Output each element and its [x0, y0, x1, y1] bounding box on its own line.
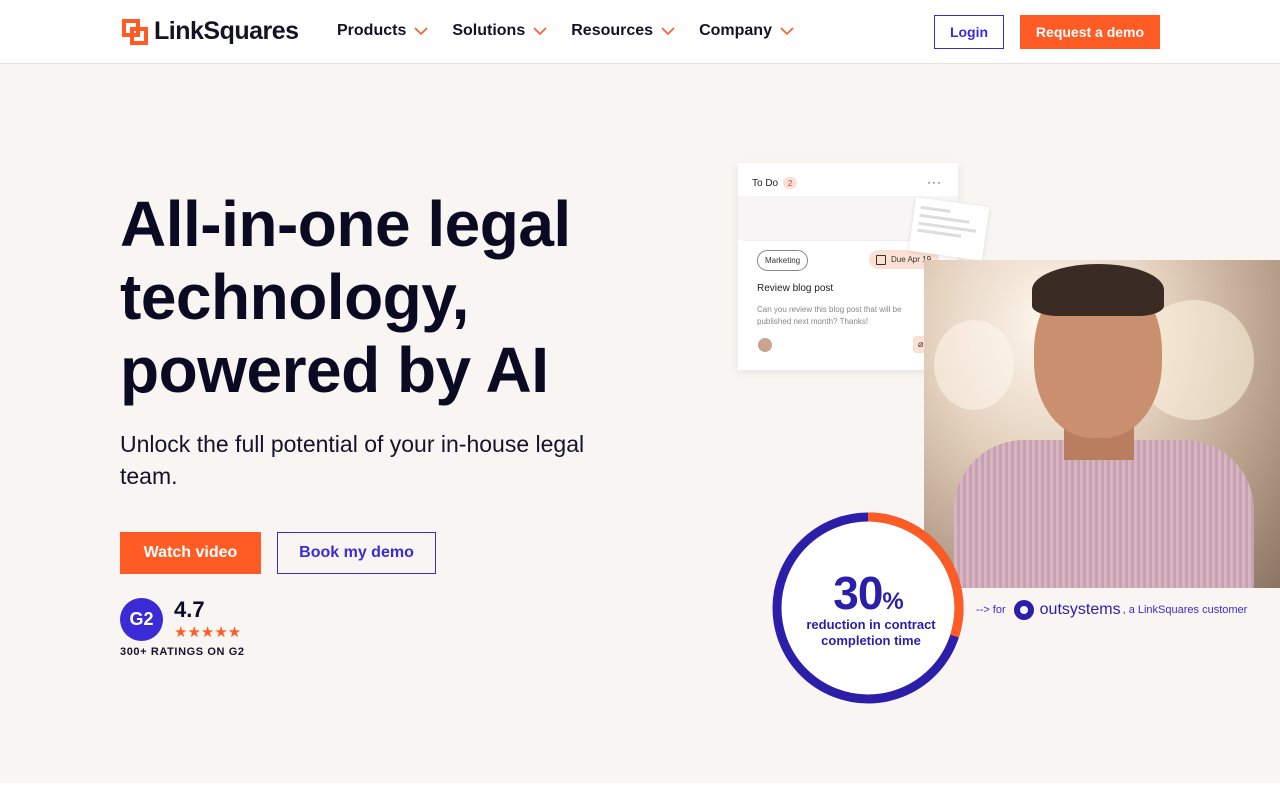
g2-ratings-count: 300+ RATINGS ON G2 — [120, 646, 245, 658]
chevron-down-icon — [661, 26, 675, 35]
dragged-task-card — [908, 197, 990, 261]
hero-subtitle: Unlock the full potential of your in-hou… — [120, 431, 585, 489]
logo-text: LinkSquares — [154, 17, 299, 45]
chevron-down-icon — [533, 26, 547, 35]
login-button[interactable]: Login — [934, 15, 1004, 49]
linksquares-logo[interactable]: LinkSquares — [122, 17, 299, 46]
stat-description: reduction in contract completion time — [806, 617, 936, 648]
customer-photo — [924, 260, 1280, 588]
customer-prefix: --> for — [976, 604, 1006, 616]
g2-badge-text: G2 — [129, 609, 154, 629]
customer-attribution: --> for outsystems , a LinkSquares custo… — [976, 600, 1247, 620]
customer-suffix: , a LinkSquares customer — [1122, 604, 1248, 616]
more-options-icon[interactable]: ··· — [927, 175, 942, 189]
todo-header: To Do 2 — [752, 177, 798, 189]
watch-video-button[interactable]: Watch video — [120, 532, 261, 574]
stat-number: 30 — [833, 567, 883, 619]
g2-score: 4.7 — [174, 597, 205, 622]
main-nav: Products Solutions Resources Company — [337, 22, 818, 40]
hero-title: All-in-one legal technology, powered by … — [120, 188, 571, 406]
task-tag: Marketing — [757, 250, 809, 271]
logo-squares-icon — [122, 18, 148, 45]
chevron-down-icon — [780, 26, 794, 35]
star-rating-icon: ★★★★★ — [174, 624, 242, 641]
nav-products-label: Products — [337, 22, 407, 39]
nav-company[interactable]: Company — [699, 22, 794, 40]
g2-logo-icon[interactable]: G2 — [120, 598, 163, 641]
chevron-down-icon — [414, 26, 428, 35]
nav-solutions[interactable]: Solutions — [452, 22, 547, 40]
stat-unit: % — [882, 588, 903, 615]
calendar-icon — [876, 255, 886, 265]
site-header: LinkSquares Products Solutions Resources… — [0, 0, 1280, 64]
request-demo-button[interactable]: Request a demo — [1020, 15, 1160, 49]
outsystems-logo-icon — [1013, 600, 1034, 620]
todo-count-badge: 2 — [783, 177, 798, 189]
section-divider — [0, 783, 1280, 800]
nav-resources-label: Resources — [571, 22, 654, 39]
avatar — [758, 338, 772, 352]
nav-resources[interactable]: Resources — [571, 22, 675, 40]
nav-products[interactable]: Products — [337, 22, 428, 40]
task-description: Can you review this blog post that will … — [757, 305, 902, 326]
book-demo-button[interactable]: Book my demo — [277, 532, 436, 574]
nav-company-label: Company — [699, 22, 772, 39]
task-title: Review blog post — [757, 283, 834, 294]
todo-header-label: To Do — [752, 177, 779, 189]
nav-solutions-label: Solutions — [452, 22, 526, 39]
stat-value: 30% — [772, 566, 964, 620]
customer-name: outsystems — [1039, 601, 1121, 618]
